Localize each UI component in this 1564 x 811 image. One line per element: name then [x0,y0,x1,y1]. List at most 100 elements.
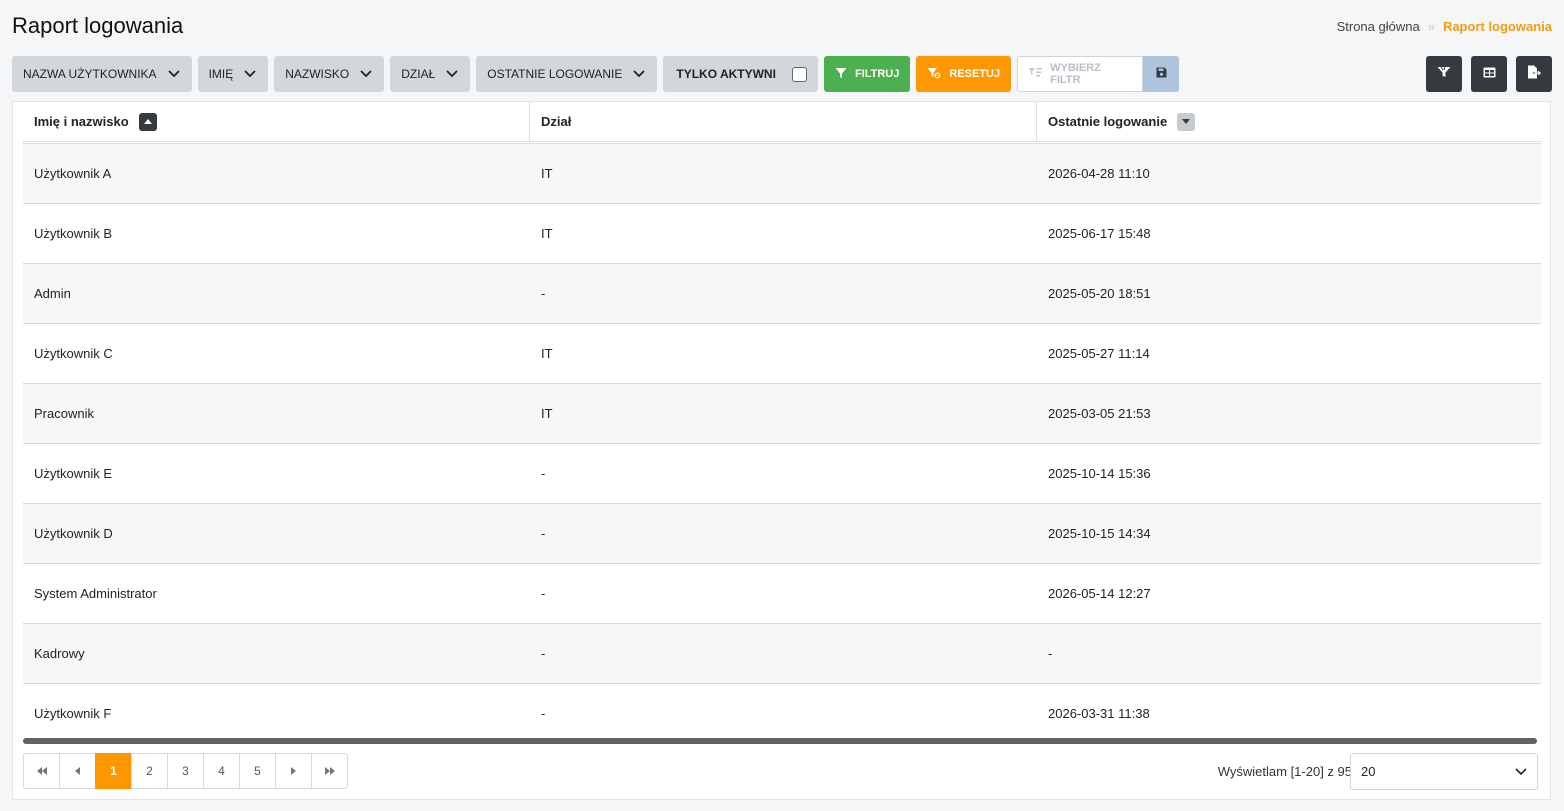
filter-button[interactable]: FILTRUJ [823,56,911,92]
filter-lastname-dropdown[interactable]: NAZWISKO [274,56,385,92]
filter-username-label: NAZWA UŻYTKOWNIKA [23,67,157,81]
columns-button[interactable] [1471,56,1507,92]
cell-department: - [541,526,546,541]
reset-button-label: RESETUJ [949,68,1001,80]
filter-last-login-label: OSTATNIE LOGOWANIE [487,67,623,81]
cell-last-login: - [1048,646,1053,661]
double-chevron-right-icon [324,764,335,778]
breadcrumb-separator: » [1427,19,1435,34]
only-active-toggle: TYLKO AKTYWNI [663,56,818,92]
chevron-down-icon [445,67,459,81]
chevron-right-icon [291,764,296,778]
cell-name: Użytkownik C [34,346,113,361]
sort-ascending-icon[interactable] [138,112,157,131]
cell-name: Kadrowy [34,646,85,661]
report-panel: Imię i nazwisko Dział Ostatnie logowanie… [12,101,1551,800]
page-button-2[interactable]: 2 [131,753,168,789]
cell-last-login: 2026-04-28 11:10 [1048,166,1150,181]
sort-descending-icon[interactable] [1177,112,1196,131]
cell-last-login: 2026-05-14 12:27 [1048,586,1151,601]
filter-lastname-label: NAZWISKO [285,67,350,81]
filter-last-login-dropdown[interactable]: OSTATNIE LOGOWANIE [476,56,658,92]
cell-department: - [541,466,546,481]
saved-filter-group: WYBIERZ FILTR [1017,56,1180,92]
table-icon [1483,65,1496,83]
cell-department: IT [541,166,553,181]
cell-last-login: 2025-03-05 21:53 [1048,406,1151,421]
per-page-select[interactable]: 20 [1350,753,1538,790]
cell-name: Użytkownik F [34,706,112,721]
chevron-down-icon [1515,764,1527,779]
table-tools [1426,56,1552,92]
save-filter-button[interactable] [1143,56,1180,92]
cell-last-login: 2025-05-20 18:51 [1048,286,1151,301]
table-row[interactable]: Użytkownik D - 2025-10-15 14:34 [23,504,1541,564]
table-row[interactable]: Użytkownik F - 2026-03-31 11:38 [23,684,1541,727]
cell-name: Użytkownik E [34,466,113,481]
cell-department: - [541,646,546,661]
horizontal-scrollbar[interactable] [23,738,1537,744]
chevron-down-icon [167,67,181,81]
cell-last-login: 2025-06-17 15:48 [1048,226,1151,241]
last-page-button[interactable] [311,753,348,789]
pagination-info: Wyświetlam [1-20] z 95 [1217,764,1352,779]
column-header-department-label: Dział [541,114,572,129]
funnel-icon [1437,65,1451,83]
table-row[interactable]: Admin - 2025-05-20 18:51 [23,264,1541,324]
filter-department-label: DZIAŁ [401,67,436,81]
page-button-4[interactable]: 4 [203,753,240,789]
filter-username-dropdown[interactable]: NAZWA UŻYTKOWNIKA [12,56,192,92]
cell-name: Użytkownik D [34,526,113,541]
table-row[interactable]: Użytkownik B IT 2025-06-17 15:48 [23,204,1541,264]
cell-last-login: 2025-10-14 15:36 [1048,466,1151,481]
table-row[interactable]: Kadrowy - - [23,624,1541,684]
cell-name: Admin [34,286,71,301]
per-page-value: 20 [1361,764,1376,779]
breadcrumb-home-link[interactable]: Strona główna [1337,19,1420,34]
table-body: Użytkownik A IT 2026-04-28 11:10 Użytkow… [23,144,1541,727]
table-row[interactable]: System Administrator - 2026-05-14 12:27 [23,564,1541,624]
prev-page-button[interactable] [59,753,96,789]
only-active-checkbox[interactable] [791,66,807,82]
page-button-5[interactable]: 5 [239,753,276,789]
column-header-name-label: Imię i nazwisko [34,114,129,129]
column-header-name[interactable]: Imię i nazwisko [23,102,530,141]
cell-department: IT [541,406,553,421]
filter-firstname-label: IMIĘ [208,67,234,81]
filter-clear-icon [927,67,941,82]
cell-department: - [541,706,546,721]
filter-button-label: FILTRUJ [854,68,900,80]
table-row[interactable]: Użytkownik C IT 2025-05-27 11:14 [23,324,1541,384]
cell-department: - [541,586,546,601]
filter-toolbar: NAZWA UŻYTKOWNIKA IMIĘ NAZWISKO DZIAŁ OS… [12,56,1180,92]
cell-last-login: 2026-03-31 11:38 [1048,706,1150,721]
filter-list-icon [1028,67,1043,81]
table-row[interactable]: Pracownik IT 2025-03-05 21:53 [23,384,1541,444]
chevron-left-icon [75,764,80,778]
scrollbar-thumb[interactable] [23,738,1537,744]
advanced-filter-button[interactable] [1426,56,1462,92]
select-filter-button[interactable]: WYBIERZ FILTR [1017,56,1144,92]
cell-name: Pracownik [34,406,94,421]
reset-button[interactable]: RESETUJ [916,56,1012,92]
pagination: 1 2 3 4 5 [23,753,348,789]
cell-last-login: 2025-10-15 14:34 [1048,526,1151,541]
column-header-last-login[interactable]: Ostatnie logowanie [1037,102,1541,141]
page-button-3[interactable]: 3 [167,753,204,789]
filter-firstname-dropdown[interactable]: IMIĘ [197,56,269,92]
column-header-department[interactable]: Dział [530,102,1037,141]
page-button-1[interactable]: 1 [95,753,132,789]
table-row[interactable]: Użytkownik E - 2025-10-14 15:36 [23,444,1541,504]
next-page-button[interactable] [275,753,312,789]
export-button[interactable] [1516,56,1552,92]
filter-department-dropdown[interactable]: DZIAŁ [390,56,471,92]
cell-department: IT [541,226,553,241]
table-row[interactable]: Użytkownik A IT 2026-04-28 11:10 [23,144,1541,204]
first-page-button[interactable] [23,753,60,789]
select-filter-label: WYBIERZ FILTR [1050,62,1101,86]
filter-icon [835,67,847,82]
only-active-label: TYLKO AKTYWNI [676,67,776,81]
double-chevron-left-icon [36,764,47,778]
table-header: Imię i nazwisko Dział Ostatnie logowanie [23,102,1541,144]
cell-department: - [541,286,546,301]
